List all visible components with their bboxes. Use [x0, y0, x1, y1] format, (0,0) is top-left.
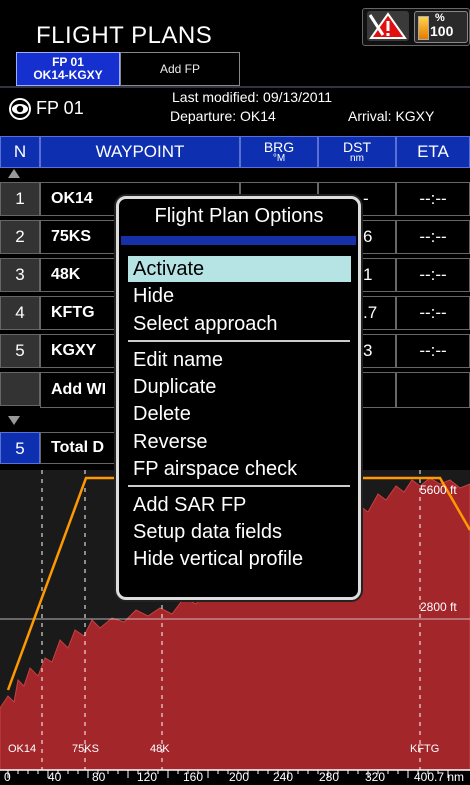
menu-item-edit-name[interactable]: Edit name	[133, 347, 351, 373]
menu-item-add-sar-fp[interactable]: Add SAR FP	[133, 492, 351, 518]
last-modified: Last modified: 09/13/2011	[172, 89, 333, 105]
distance-tick-label: 200	[229, 770, 250, 784]
tab-add-fp[interactable]: Add FP	[120, 52, 240, 86]
page-title: FLIGHT PLANS	[36, 22, 213, 49]
menu-item-duplicate[interactable]: Duplicate	[133, 374, 351, 400]
tab-fp-01-route: OK14-KGXY	[33, 68, 103, 82]
battery-icon	[418, 16, 429, 40]
distance-tick-label: 400.7 nm	[414, 770, 465, 784]
tab-fp-01[interactable]: FP 01 OK14-KGXY	[16, 52, 120, 86]
menu-separator	[128, 340, 350, 342]
distance-tick-label: 0	[4, 770, 11, 784]
column-header-waypoint: WAYPOINT	[40, 136, 240, 168]
menu-item-hide[interactable]: Hide	[133, 283, 351, 309]
profile-waypoint-label: OK14	[8, 743, 37, 755]
column-header-brg[interactable]: BRG °M	[240, 136, 318, 168]
distance-tick-label: 120	[137, 770, 158, 784]
distance-tick-label: 80	[92, 770, 106, 784]
row-1-number: 1	[0, 182, 40, 216]
menu-item-setup-data-fields[interactable]: Setup data fields	[133, 519, 351, 545]
departure: Departure: OK14	[170, 108, 276, 124]
row-5-eta: --:--	[396, 334, 470, 368]
row-2-eta: --:--	[396, 220, 470, 254]
row-2-number: 2	[0, 220, 40, 254]
column-header-n: N	[0, 136, 40, 168]
profile-waypoint-label: KFTG	[410, 743, 440, 755]
row-4-number: 4	[0, 296, 40, 330]
menu-separator	[128, 485, 350, 487]
arrival: Arrival: KGXY	[348, 108, 435, 124]
menu-item-reverse[interactable]: Reverse	[133, 429, 351, 455]
eye-icon[interactable]	[7, 98, 33, 120]
menu-item-activate[interactable]: Activate	[128, 256, 351, 282]
menu-item-fp-airspace-check[interactable]: FP airspace check	[133, 456, 351, 482]
menu-title-bar	[121, 236, 356, 245]
total-count: 5	[0, 432, 40, 464]
row-5-number: 5	[0, 334, 40, 368]
column-header-dst[interactable]: DST nm	[318, 136, 396, 168]
brg-unit: °M	[272, 153, 286, 164]
profile-waypoint-label: 48K	[150, 743, 170, 755]
elevation-label-high: 5600 ft	[420, 483, 457, 497]
distance-tick-label: 320	[365, 770, 386, 784]
distance-tick-label: 280	[319, 770, 340, 784]
tab-divider	[0, 86, 470, 88]
row-4-eta: --:--	[396, 296, 470, 330]
menu-item-hide-vertical-profile[interactable]: Hide vertical profile	[133, 546, 351, 572]
row-3-eta: --:--	[396, 258, 470, 292]
profile-waypoint-label: 75KS	[72, 743, 99, 755]
distance-tick-label: 160	[183, 770, 204, 784]
add-row-number	[0, 372, 40, 406]
alert-triangle-icon[interactable]	[367, 11, 409, 41]
menu-item-select-approach[interactable]: Select approach	[133, 311, 351, 337]
add-row-eta	[396, 372, 470, 408]
menu-item-delete[interactable]: Delete	[133, 401, 351, 427]
battery-percent: 100	[430, 23, 454, 39]
distance-tick-label: 240	[273, 770, 294, 784]
scroll-down-arrow-icon[interactable]	[8, 416, 20, 425]
tab-add-fp-label: Add FP	[159, 61, 201, 76]
column-header-eta[interactable]: ETA	[396, 136, 470, 168]
dst-unit: nm	[350, 153, 364, 164]
row-1-eta: --:--	[396, 182, 470, 216]
menu-title: Flight Plan Options	[154, 205, 324, 227]
fp-name: FP 01	[36, 98, 84, 118]
elevation-label-mid: 2800 ft	[420, 600, 457, 614]
distance-tick-label: 40	[48, 770, 62, 784]
scroll-up-arrow-icon[interactable]	[8, 169, 20, 178]
row-3-number: 3	[0, 258, 40, 292]
